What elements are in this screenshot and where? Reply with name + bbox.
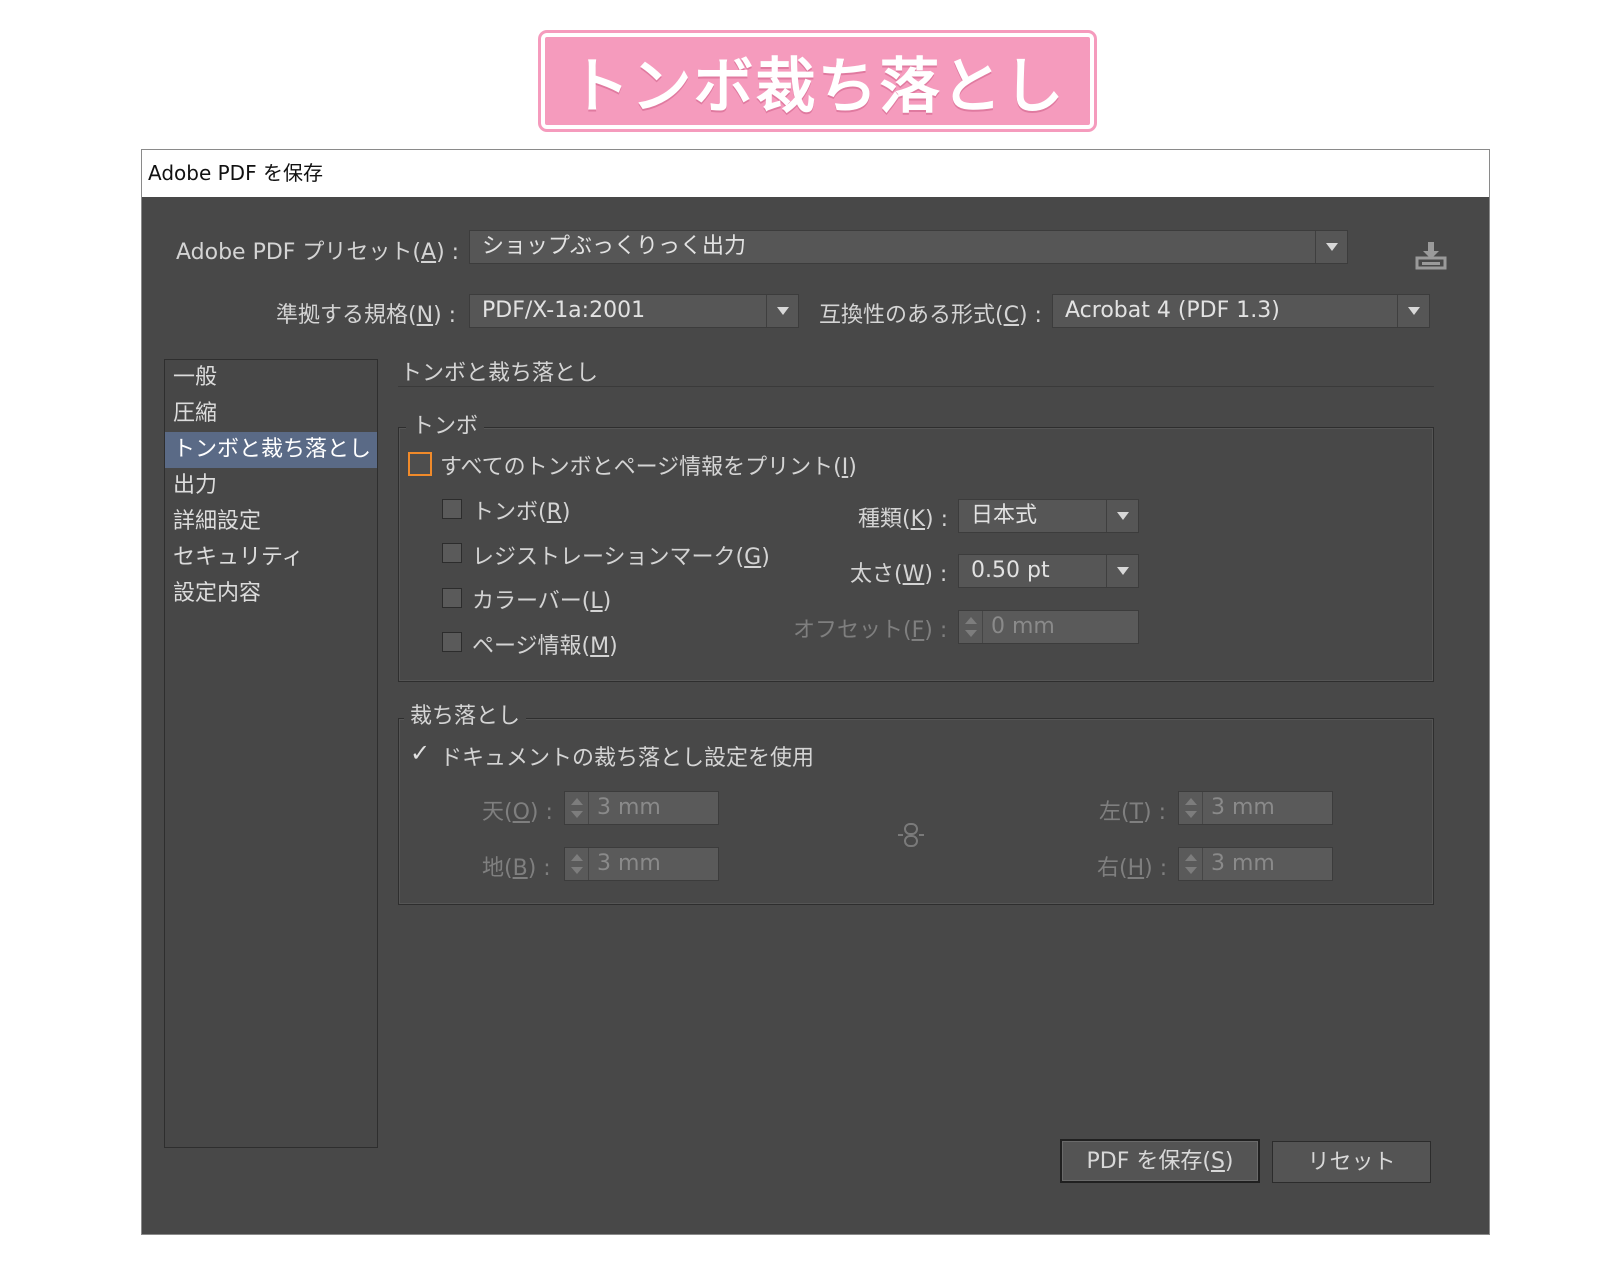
offset-spinner[interactable]: 0 mm xyxy=(958,610,1139,644)
marks-group-title: トンボ xyxy=(406,408,485,440)
nav-item-compression[interactable]: 圧縮 xyxy=(165,396,377,432)
registration-marks-label: レジストレーションマーク(G) xyxy=(472,545,770,570)
weight-label: 太さ(W) : xyxy=(850,562,948,587)
crop-marks-checkbox[interactable] xyxy=(442,499,462,519)
chevron-down-icon xyxy=(766,295,798,327)
color-bar-checkbox[interactable] xyxy=(442,588,462,608)
bleed-bottom-spinner[interactable]: 3 mm xyxy=(564,847,719,881)
bleed-left-spinner[interactable]: 3 mm xyxy=(1178,791,1333,825)
section-title: トンボと裁ち落とし xyxy=(400,361,599,386)
compat-label: 互換性のある形式(C) : xyxy=(819,303,1042,328)
nav-item-summary[interactable]: 設定内容 xyxy=(165,576,377,612)
preset-dropdown[interactable]: ショップぶっくりっく出力 xyxy=(469,230,1348,264)
save-preset-icon[interactable] xyxy=(1414,238,1448,272)
preset-label: Adobe PDF プリセット(A) : xyxy=(176,240,460,265)
standard-label: 準拠する規格(N) : xyxy=(276,303,457,328)
reset-button[interactable]: リセット xyxy=(1272,1141,1431,1183)
bleed-top-value: 3 mm xyxy=(597,795,661,820)
title-banner: トンボ裁ち落とし xyxy=(541,33,1094,129)
bleed-bottom-label: 地(B) : xyxy=(482,856,551,881)
offset-label: オフセット(F) : xyxy=(793,618,948,643)
bleed-top-spinner[interactable]: 3 mm xyxy=(564,791,719,825)
bleed-left-label: 左(T) : xyxy=(1099,800,1167,825)
weight-dropdown[interactable]: 0.50 pt xyxy=(958,554,1139,588)
spinner-arrows-icon[interactable] xyxy=(959,611,983,643)
type-value: 日本式 xyxy=(971,503,1038,528)
bleed-right-spinner[interactable]: 3 mm xyxy=(1178,847,1333,881)
checkmark-icon[interactable]: ✓ xyxy=(410,741,430,765)
compat-dropdown[interactable]: Acrobat 4 (PDF 1.3) xyxy=(1052,294,1430,328)
type-dropdown[interactable]: 日本式 xyxy=(958,499,1139,533)
chevron-down-icon xyxy=(1106,555,1138,587)
link-chain-icon[interactable] xyxy=(896,820,926,850)
nav-item-security[interactable]: セキュリティ xyxy=(165,540,377,576)
chevron-down-icon xyxy=(1315,231,1347,263)
bleed-bottom-value: 3 mm xyxy=(597,851,661,876)
color-bar-label: カラーバー(L) xyxy=(472,589,612,614)
type-label: 種類(K) : xyxy=(858,507,949,532)
bleed-group-title: 裁ち落とし xyxy=(404,698,527,730)
use-doc-bleed-label: ドキュメントの裁ち落とし設定を使用 xyxy=(440,746,815,771)
registration-marks-checkbox[interactable] xyxy=(442,543,462,563)
spinner-arrows-icon[interactable] xyxy=(565,792,589,824)
spinner-arrows-icon[interactable] xyxy=(1179,848,1203,880)
section-divider xyxy=(398,386,1434,387)
banner-title: トンボ裁ち落とし xyxy=(569,51,1066,122)
bleed-right-value: 3 mm xyxy=(1211,851,1275,876)
save-pdf-button[interactable]: PDF を保存(S) xyxy=(1060,1139,1260,1183)
nav-item-advanced[interactable]: 詳細設定 xyxy=(165,504,377,540)
save-pdf-dialog: Adobe PDF を保存 Adobe PDF プリセット(A) : ショップぶ… xyxy=(141,149,1490,1235)
spinner-arrows-icon[interactable] xyxy=(1179,792,1203,824)
page-info-checkbox[interactable] xyxy=(442,632,462,652)
bleed-left-value: 3 mm xyxy=(1211,795,1275,820)
crop-marks-label: トンボ(R) xyxy=(472,500,571,525)
nav-item-output[interactable]: 出力 xyxy=(165,468,377,504)
bleed-top-label: 天(O) : xyxy=(482,800,553,825)
chevron-down-icon xyxy=(1106,500,1138,532)
standard-dropdown[interactable]: PDF/X-1a:2001 xyxy=(469,294,799,328)
nav-item-marks-bleeds[interactable]: トンボと裁ち落とし xyxy=(165,432,377,468)
dialog-titlebar: Adobe PDF を保存 xyxy=(142,150,1489,197)
bleed-right-label: 右(H) : xyxy=(1097,856,1168,881)
all-marks-label: すべてのトンボとページ情報をプリント(I) xyxy=(440,455,857,480)
all-marks-checkbox[interactable] xyxy=(408,452,432,476)
spinner-arrows-icon[interactable] xyxy=(565,848,589,880)
settings-nav: 一般 圧縮 トンボと裁ち落とし 出力 詳細設定 セキュリティ 設定内容 xyxy=(164,359,378,1148)
page-info-label: ページ情報(M) xyxy=(472,634,618,659)
preset-value: ショップぶっくりっく出力 xyxy=(482,234,747,259)
standard-value: PDF/X-1a:2001 xyxy=(482,298,646,323)
nav-item-general[interactable]: 一般 xyxy=(165,360,377,396)
offset-value: 0 mm xyxy=(991,614,1055,639)
chevron-down-icon xyxy=(1397,295,1429,327)
compat-value: Acrobat 4 (PDF 1.3) xyxy=(1065,298,1280,323)
weight-value: 0.50 pt xyxy=(971,558,1050,583)
